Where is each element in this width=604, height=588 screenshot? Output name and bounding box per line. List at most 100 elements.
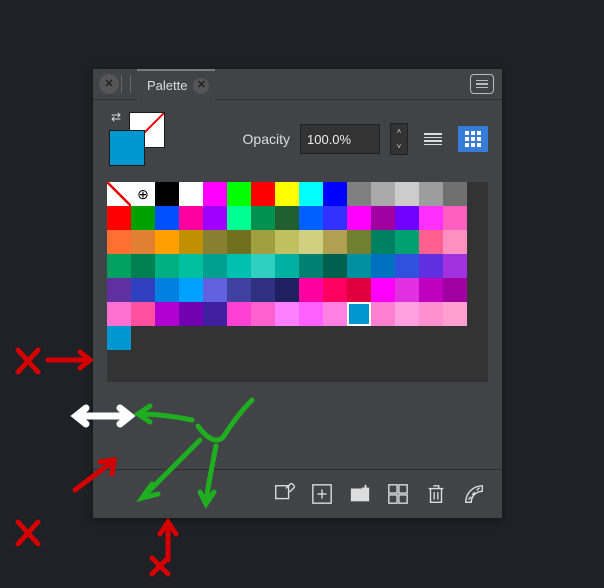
swatch[interactable] <box>227 206 251 230</box>
swatch[interactable] <box>251 302 275 326</box>
swatch[interactable] <box>107 230 131 254</box>
swatch[interactable] <box>419 254 443 278</box>
swatch[interactable] <box>155 182 179 206</box>
swatch[interactable] <box>275 302 299 326</box>
swatch[interactable] <box>107 302 131 326</box>
opacity-input[interactable] <box>300 124 380 154</box>
swatch[interactable] <box>203 206 227 230</box>
swatch[interactable] <box>323 182 347 206</box>
tab-palette[interactable]: Palette ✕ <box>137 69 215 100</box>
swatch[interactable] <box>299 182 323 206</box>
add-swatch-icon[interactable] <box>308 480 336 508</box>
close-panel-group-icon[interactable]: ✕ <box>99 74 119 94</box>
swatch[interactable] <box>371 278 395 302</box>
swatch[interactable] <box>203 278 227 302</box>
swatch[interactable] <box>299 278 323 302</box>
swatch[interactable] <box>443 182 467 206</box>
swatch[interactable] <box>419 230 443 254</box>
swatch[interactable] <box>443 278 467 302</box>
swatch[interactable] <box>419 182 443 206</box>
swatch[interactable] <box>395 182 419 206</box>
swatch[interactable] <box>347 278 371 302</box>
swatch[interactable] <box>227 278 251 302</box>
swatch[interactable] <box>419 278 443 302</box>
swatch[interactable] <box>251 206 275 230</box>
swatch[interactable] <box>275 278 299 302</box>
swatch[interactable] <box>275 206 299 230</box>
swatch[interactable] <box>347 302 371 326</box>
swatch[interactable] <box>227 230 251 254</box>
swatch[interactable] <box>395 206 419 230</box>
edit-swatch-icon[interactable] <box>270 480 298 508</box>
swatch[interactable] <box>299 206 323 230</box>
swatch[interactable] <box>131 206 155 230</box>
swatch[interactable] <box>323 230 347 254</box>
swatch[interactable] <box>395 230 419 254</box>
swatch[interactable] <box>395 302 419 326</box>
swatch[interactable] <box>203 182 227 206</box>
opacity-stepper[interactable]: ˄ ˅ <box>390 123 408 155</box>
swatch[interactable] <box>419 302 443 326</box>
swatch[interactable] <box>155 278 179 302</box>
swatch[interactable] <box>107 182 131 206</box>
swatch[interactable] <box>371 302 395 326</box>
swatch[interactable] <box>443 302 467 326</box>
swatch[interactable] <box>107 326 131 350</box>
swatch[interactable] <box>275 254 299 278</box>
swatch[interactable] <box>299 230 323 254</box>
swatch[interactable] <box>347 230 371 254</box>
swatch[interactable] <box>131 278 155 302</box>
palette-library-icon[interactable] <box>460 480 488 508</box>
swatch[interactable] <box>179 254 203 278</box>
swatch[interactable] <box>419 206 443 230</box>
add-current-fill-icon[interactable] <box>346 480 374 508</box>
list-view-icon[interactable] <box>418 126 448 152</box>
swatch[interactable] <box>275 230 299 254</box>
swatch[interactable] <box>251 230 275 254</box>
chevron-up-icon[interactable]: ˄ <box>391 124 407 139</box>
swatch[interactable] <box>227 254 251 278</box>
swatch[interactable] <box>395 254 419 278</box>
swatch[interactable] <box>347 182 371 206</box>
chevron-down-icon[interactable]: ˅ <box>391 139 407 154</box>
swatch[interactable] <box>107 206 131 230</box>
swatch[interactable] <box>107 278 131 302</box>
swatch[interactable] <box>227 182 251 206</box>
swatch[interactable] <box>179 278 203 302</box>
swatch[interactable] <box>179 230 203 254</box>
swatch[interactable] <box>395 278 419 302</box>
panel-menu-icon[interactable] <box>470 74 494 94</box>
swatch[interactable] <box>323 206 347 230</box>
swatch[interactable] <box>155 230 179 254</box>
close-tab-icon[interactable]: ✕ <box>193 78 209 94</box>
swatch[interactable] <box>299 302 323 326</box>
swatch[interactable] <box>203 230 227 254</box>
swap-colors-icon[interactable]: ⇄ <box>111 110 121 124</box>
grid-view-icon[interactable] <box>458 126 488 152</box>
swatch[interactable] <box>131 254 155 278</box>
swatch[interactable] <box>299 254 323 278</box>
swatch[interactable] <box>371 254 395 278</box>
swatch[interactable] <box>323 278 347 302</box>
add-global-icon[interactable] <box>384 480 412 508</box>
foreground-color-well[interactable] <box>109 130 145 166</box>
swatch[interactable] <box>323 302 347 326</box>
swatch[interactable] <box>179 206 203 230</box>
color-wells[interactable]: ⇄ <box>107 112 167 166</box>
swatch[interactable] <box>251 182 275 206</box>
swatch[interactable] <box>131 230 155 254</box>
swatch[interactable] <box>131 302 155 326</box>
swatch[interactable] <box>251 278 275 302</box>
swatch[interactable] <box>203 254 227 278</box>
swatch[interactable] <box>155 254 179 278</box>
swatch[interactable]: ⊕ <box>131 182 155 206</box>
swatch[interactable] <box>323 254 347 278</box>
swatch-grid[interactable]: ⊕ <box>107 182 488 382</box>
swatch[interactable] <box>251 254 275 278</box>
swatch[interactable] <box>155 206 179 230</box>
swatch[interactable] <box>179 182 203 206</box>
swatch[interactable] <box>371 230 395 254</box>
swatch[interactable] <box>227 302 251 326</box>
swatch[interactable] <box>443 206 467 230</box>
swatch[interactable] <box>347 254 371 278</box>
